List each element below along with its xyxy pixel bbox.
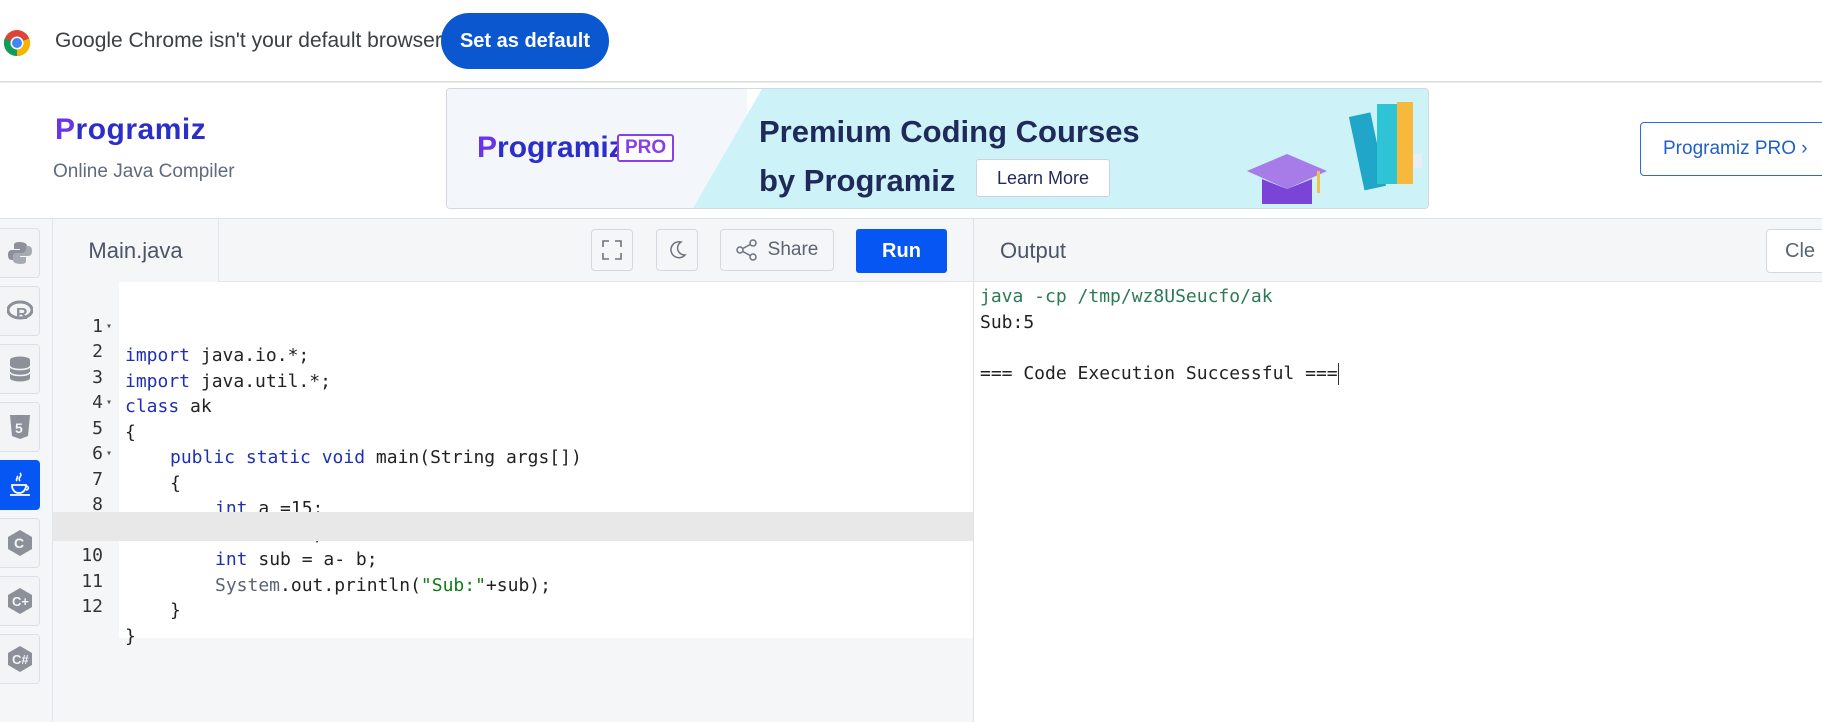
clear-button[interactable]: Cle [1766,229,1822,273]
output-status: === Code Execution Successful === [980,362,1338,384]
run-button[interactable]: Run [856,229,947,273]
line-number: 12 [81,596,103,617]
banner-logo-letter: P [477,131,498,164]
language-python[interactable] [0,228,40,278]
dark-mode-button[interactable] [656,229,698,271]
programiz-pro-button[interactable]: Programiz PRO › [1640,122,1822,176]
output-console[interactable]: java -cp /tmp/wz8USeucfo/ak Sub:5 === Co… [974,282,1822,722]
output-title: Output [1000,238,1067,263]
graduation-cap-icon [1247,154,1327,204]
logo-text: rogramiz [75,113,207,146]
r-language-icon: R [6,300,33,322]
language-java[interactable] [0,460,40,510]
set-as-default-button[interactable]: Set as default [441,13,609,69]
page-subtitle: Online Java Compiler [53,161,235,182]
editor-toolbar: Main.java Share Run [53,219,973,282]
c-language-icon: C [7,530,32,556]
code-editor[interactable]: 1 ▾ import java.io.*; 2 import java.util.… [53,282,973,722]
language-sql[interactable] [0,344,40,394]
java-icon [9,472,30,496]
language-r[interactable]: R [0,286,40,336]
language-html[interactable]: 5 [0,402,40,452]
line-content: } [170,600,181,621]
fullscreen-button[interactable] [591,229,633,271]
ad-banner[interactable]: Programiz PRO Premium Coding Courses by … [446,88,1429,209]
output-result: Sub:5 [980,311,1035,333]
banner-logo: Programiz [477,131,624,165]
svg-text:C: C [14,535,24,551]
logo-letter: P [55,113,76,146]
moon-icon [670,240,687,259]
csharp-icon: C# [7,646,32,672]
language-csharp[interactable]: C# [0,634,40,684]
python-icon [7,242,32,264]
banner-logo-text: rogramiz [497,131,624,164]
language-sidebar: R 5 C C+ C# [0,219,53,722]
language-c[interactable]: C [0,518,40,568]
svg-text:5: 5 [15,420,23,436]
compiler-workspace: R 5 C C+ C# Main.java Share Run 1 ▾ impo… [0,218,1822,722]
pro-badge: PRO [617,134,675,162]
share-icon [735,239,757,261]
learn-more-button[interactable]: Learn More [976,159,1110,197]
text-cursor [1337,362,1339,385]
svg-text:R: R [16,306,28,322]
line-content: } [125,625,136,647]
database-icon [8,356,31,382]
language-cpp[interactable]: C+ [0,576,40,626]
html5-icon: 5 [9,415,30,439]
chrome-logo-icon [3,30,31,57]
output-toolbar: Output Cle [974,219,1822,282]
programiz-logo[interactable]: Programiz [55,113,206,147]
infobar-message: Google Chrome isn't your default browser [55,29,442,52]
svg-text:C+: C+ [12,594,29,609]
code-line: 12 } [53,563,973,647]
default-browser-infobar: Google Chrome isn't your default browser… [0,0,1822,82]
tab-main-java[interactable]: Main.java [53,219,219,282]
share-label: Share [767,239,819,260]
share-button[interactable]: Share [720,229,834,271]
cplusplus-icon: C+ [7,588,32,614]
svg-text:C#: C# [12,652,29,667]
output-status-line: === Code Execution Successful === [980,359,1339,389]
books-icon [1348,102,1422,191]
editor-empty-area [119,638,973,722]
expand-icon [602,240,622,260]
banner-title-line1: Premium Coding Courses [759,114,1140,149]
